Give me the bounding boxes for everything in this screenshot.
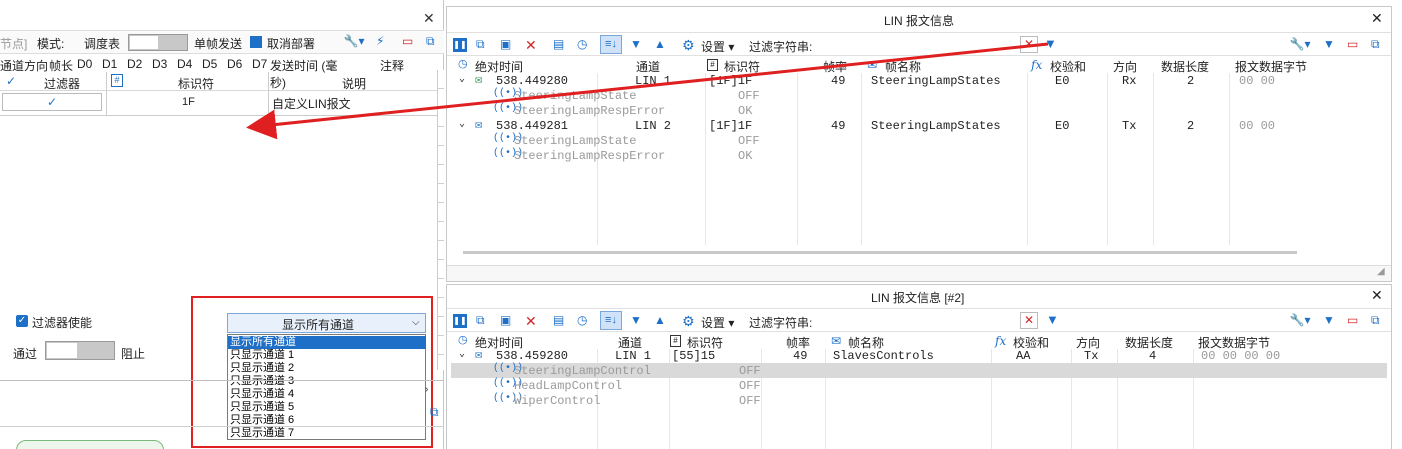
annotation-arrow — [246, 42, 1049, 140]
